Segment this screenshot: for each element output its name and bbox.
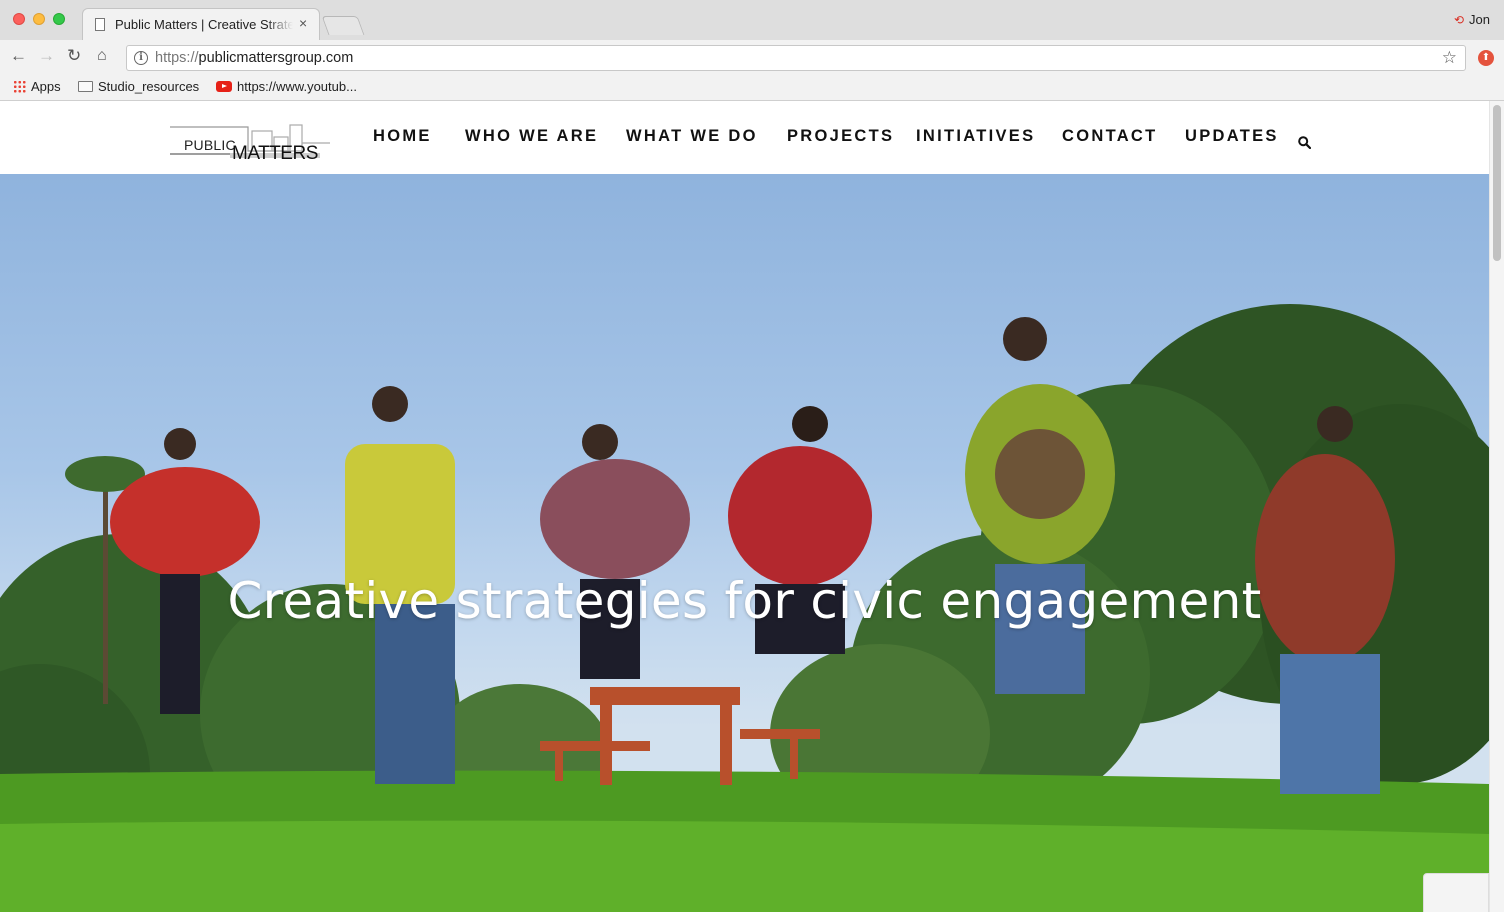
new-tab-button[interactable] xyxy=(321,16,365,35)
nav-who-we-are[interactable]: WHO WE ARE xyxy=(465,127,598,146)
browser-titlebar: Public Matters | Creative Strategies for… xyxy=(0,0,1504,41)
bookmark-studio-resources[interactable]: Studio_resources xyxy=(78,79,199,94)
bookmarks-bar: Apps Studio_resources https://www.youtub… xyxy=(0,75,1504,101)
hero-photo xyxy=(0,304,1489,912)
bookmark-youtube[interactable]: https://www.youtub... xyxy=(216,79,357,94)
scrollbar-thumb[interactable] xyxy=(1493,105,1501,261)
url-text[interactable]: https://publicmattersgroup.com xyxy=(155,50,353,66)
tab-close-icon[interactable]: × xyxy=(299,15,307,31)
extension-icon[interactable]: ⬆ xyxy=(1478,50,1494,66)
nav-contact[interactable]: CONTACT xyxy=(1062,127,1158,146)
back-arrow-icon[interactable]: ← xyxy=(10,46,27,66)
bookmark-star-icon[interactable]: ☆ xyxy=(1442,48,1457,68)
profile-name: Jon xyxy=(1469,12,1490,27)
tab-title: Public Matters | Creative Strategies for… xyxy=(115,17,293,32)
nav-projects[interactable]: PROJECTS xyxy=(787,127,894,146)
recaptcha-badge[interactable] xyxy=(1423,873,1489,912)
folder-icon xyxy=(78,81,93,92)
logo-public-text: PUBLIC xyxy=(184,137,236,153)
search-icon[interactable] xyxy=(1298,136,1311,149)
forward-arrow-icon[interactable]: → xyxy=(38,46,55,66)
info-icon[interactable]: i xyxy=(134,51,148,65)
bookmark-apps[interactable]: Apps xyxy=(13,79,61,94)
hero-banner: Creative strategies for civic engagement xyxy=(0,174,1489,912)
web-page: PUBLIC MATTERS HOME WHO WE ARE WHAT WE D… xyxy=(0,101,1489,912)
nav-updates[interactable]: UPDATES xyxy=(1185,127,1279,146)
address-bar[interactable]: i https://publicmattersgroup.com ☆ xyxy=(126,45,1466,71)
home-icon[interactable]: ⌂ xyxy=(97,47,107,65)
browser-toolbar: ← → ↻ ⌂ i https://publicmattersgroup.com… xyxy=(0,40,1504,75)
sync-icon: ⟲ xyxy=(1453,13,1465,27)
page-scrollbar[interactable] xyxy=(1489,101,1504,912)
logo-matters-text: MATTERS xyxy=(232,143,318,164)
document-icon xyxy=(95,18,105,31)
close-window-button[interactable] xyxy=(13,13,25,25)
browser-tab-active[interactable]: Public Matters | Creative Strategies for… xyxy=(82,8,320,41)
youtube-icon xyxy=(216,81,232,92)
profile-button[interactable]: ⟲ Jon xyxy=(1454,12,1490,27)
nav-home[interactable]: HOME xyxy=(373,127,432,146)
apps-grid-icon xyxy=(13,80,26,93)
site-header: PUBLIC MATTERS HOME WHO WE ARE WHAT WE D… xyxy=(0,101,1489,174)
nav-initiatives[interactable]: INITIATIVES xyxy=(916,127,1035,146)
site-logo[interactable]: PUBLIC MATTERS xyxy=(170,117,335,164)
maximize-window-button[interactable] xyxy=(53,13,65,25)
nav-what-we-do[interactable]: WHAT WE DO xyxy=(626,127,758,146)
reload-icon[interactable]: ↻ xyxy=(67,46,81,66)
hero-title: Creative strategies for civic engagement xyxy=(227,572,1262,630)
minimize-window-button[interactable] xyxy=(33,13,45,25)
